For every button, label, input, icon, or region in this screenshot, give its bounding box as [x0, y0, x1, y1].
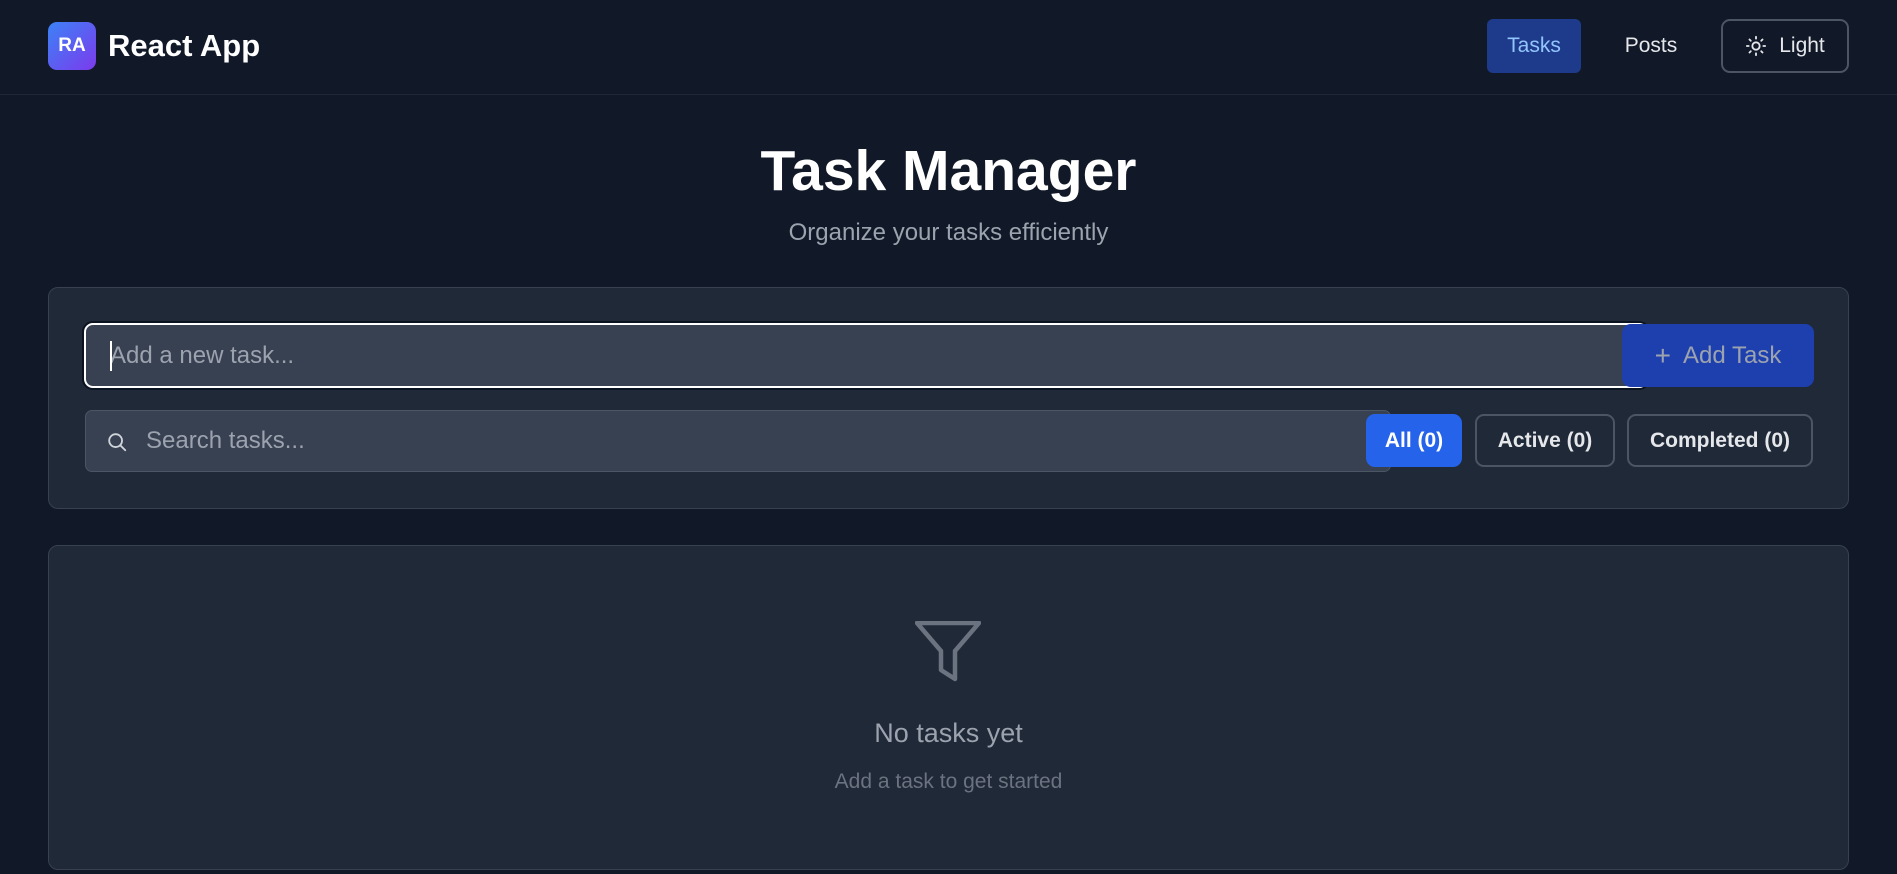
- search-input[interactable]: Search tasks...: [85, 410, 1391, 472]
- filter-active-button[interactable]: Active (0): [1475, 414, 1615, 467]
- filter-completed-button[interactable]: Completed (0): [1627, 414, 1813, 467]
- task-list-card: No tasks yet Add a task to get started: [48, 545, 1849, 870]
- top-navbar: RA React App Tasks Posts Light: [0, 0, 1897, 95]
- brand[interactable]: RA React App: [48, 22, 260, 70]
- new-task-placeholder: Add a new task...: [110, 341, 295, 369]
- page-title: Task Manager: [760, 139, 1137, 203]
- search-placeholder: Search tasks...: [146, 427, 305, 454]
- nav-tasks-link[interactable]: Tasks: [1487, 19, 1581, 73]
- theme-toggle-label: Light: [1779, 34, 1825, 57]
- filter-icon: [915, 621, 981, 682]
- page-subtitle: Organize your tasks efficiently: [788, 219, 1109, 246]
- text-caret: [110, 341, 112, 371]
- nav-posts-link[interactable]: Posts: [1604, 19, 1698, 73]
- theme-toggle-button[interactable]: Light: [1721, 19, 1849, 73]
- app-logo: RA: [48, 22, 96, 70]
- task-controls-card: Add a new task... + Add Task Search task…: [48, 287, 1849, 509]
- new-task-input[interactable]: Add a new task...: [84, 323, 1648, 388]
- add-task-label: Add Task: [1683, 341, 1782, 369]
- search-icon: [108, 433, 127, 452]
- add-task-button[interactable]: + Add Task: [1622, 324, 1814, 387]
- brand-name: React App: [108, 28, 261, 63]
- sun-icon: [1746, 35, 1767, 57]
- empty-state-title: No tasks yet: [874, 718, 1023, 748]
- plus-icon: +: [1654, 339, 1672, 371]
- empty-state-subtitle: Add a task to get started: [834, 770, 1063, 793]
- filter-all-button[interactable]: All (0): [1366, 414, 1462, 467]
